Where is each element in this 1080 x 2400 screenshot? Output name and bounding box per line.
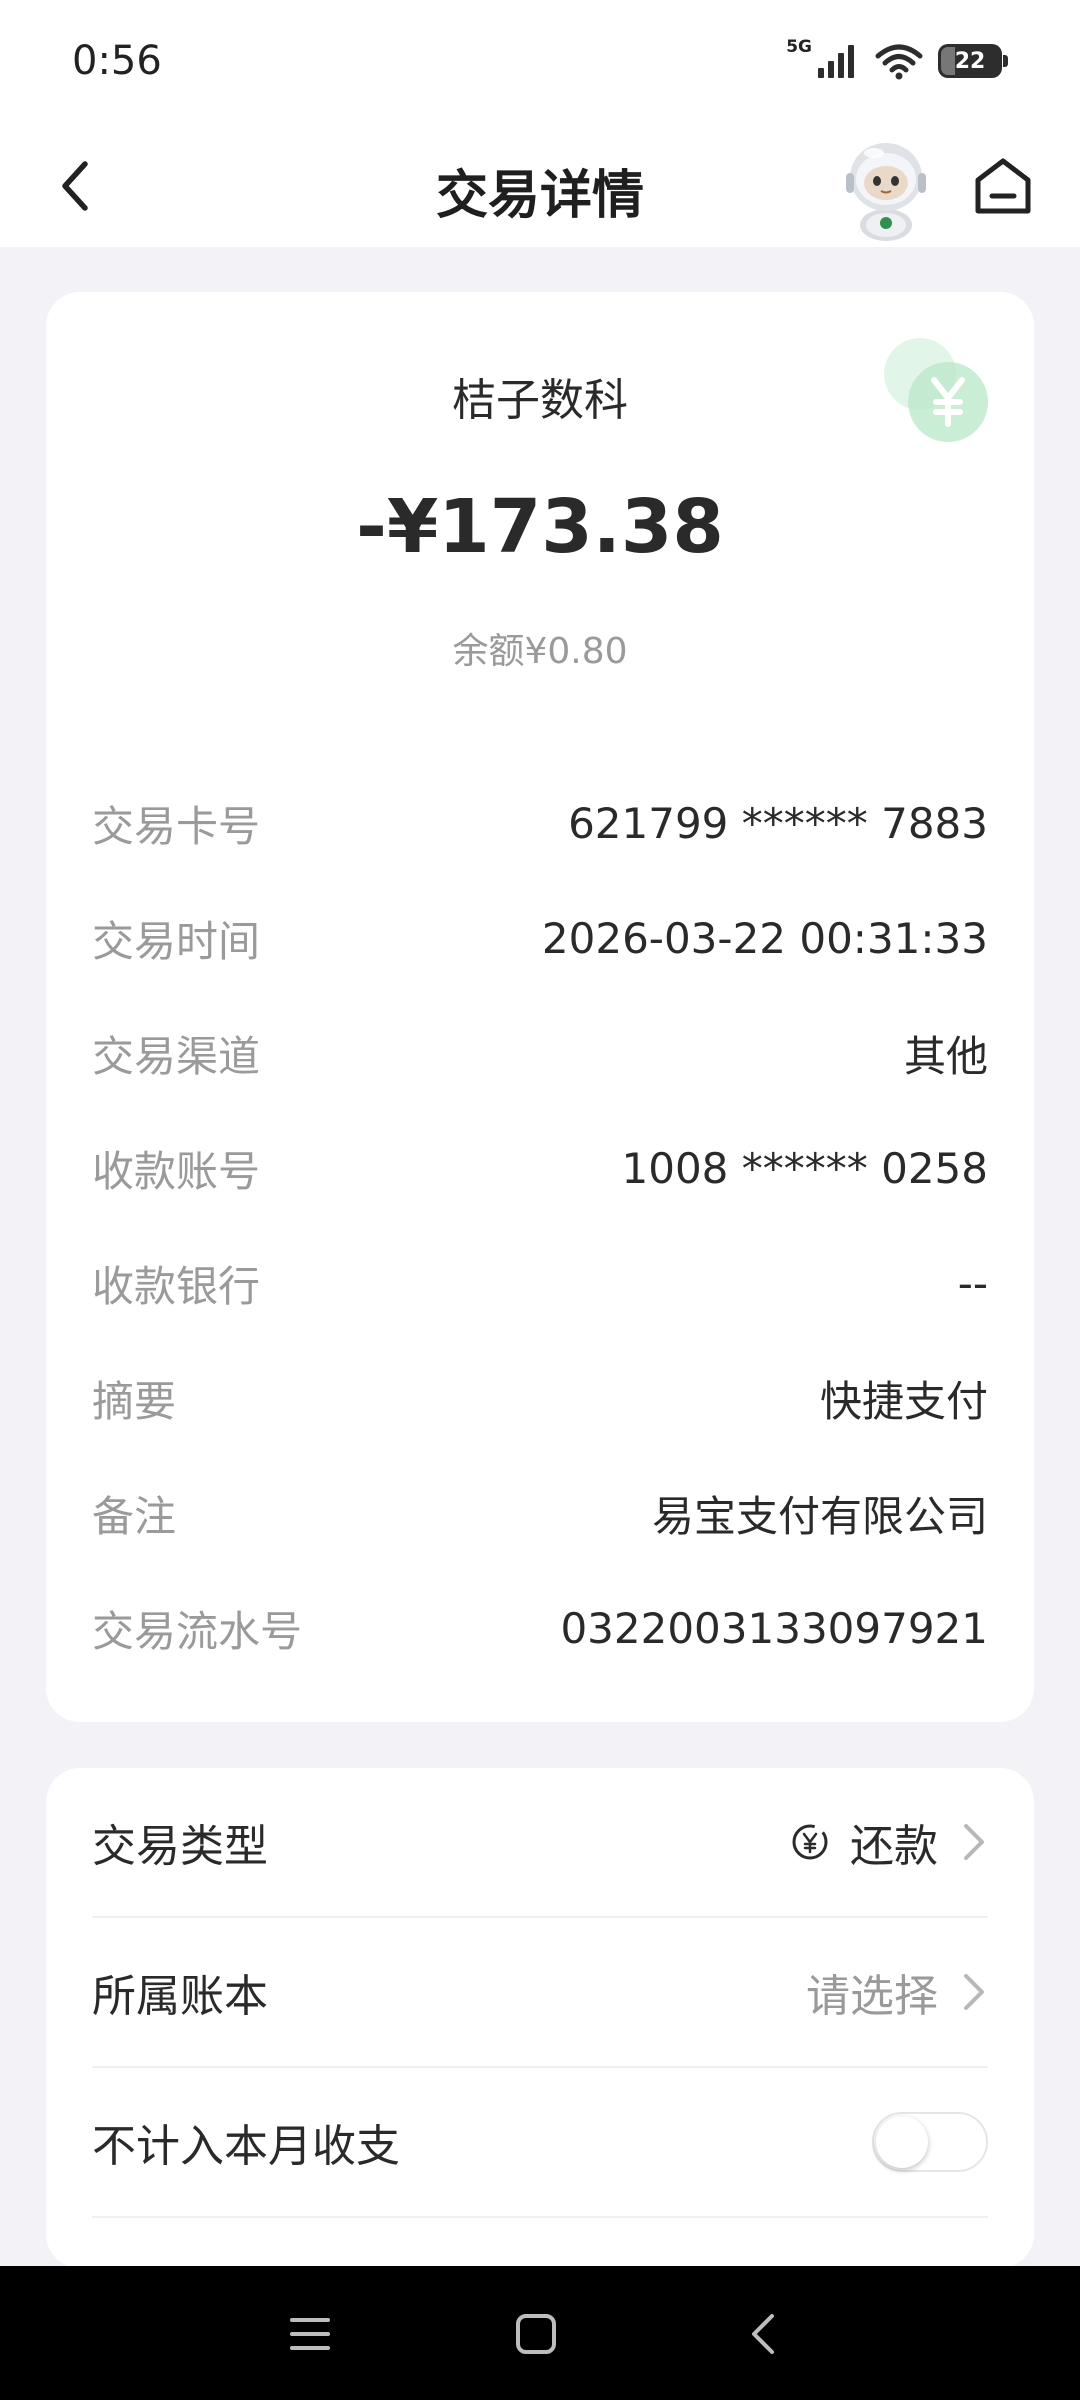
detail-row-payee-bank: 收款银行 -- xyxy=(92,1226,988,1341)
transaction-amount: -¥173.38 xyxy=(356,484,724,570)
signal-icon xyxy=(818,45,854,78)
system-home-button[interactable] xyxy=(506,2304,566,2364)
settings-card: 交易类型 还款 所属账本 请选择 不计入本月收支 xyxy=(46,1768,1034,2268)
ledger-row[interactable]: 所属账本 请选择 xyxy=(92,1918,988,2068)
status-bar: 0:56 5G 22 xyxy=(0,0,1080,125)
toggle-knob xyxy=(876,2116,928,2168)
chevron-right-icon xyxy=(964,1974,984,2010)
system-nav-bar xyxy=(0,2266,1080,2400)
merchant-name: 桔子数科 xyxy=(452,375,628,426)
detail-value: 0322003133097921 xyxy=(560,1604,988,1653)
ledger-label: 所属账本 xyxy=(92,1971,268,2022)
chevron-right-icon xyxy=(964,1824,984,1860)
transaction-type-value: 还款 xyxy=(850,1821,938,1872)
network-type: 5G xyxy=(786,37,812,57)
exclude-monthly-label: 不计入本月收支 xyxy=(92,2121,400,2172)
detail-label: 交易流水号 xyxy=(92,1607,303,1656)
menu-icon xyxy=(290,2318,330,2350)
detail-value: 快捷支付 xyxy=(819,1377,988,1426)
wifi-icon xyxy=(875,44,923,80)
detail-row-payee-account: 收款账号 1008 ****** 0258 xyxy=(92,1111,988,1226)
detail-value: 621799 ****** 7883 xyxy=(568,799,988,848)
detail-row-serial-number: 交易流水号 0322003133097921 xyxy=(92,1571,988,1686)
square-home-icon xyxy=(516,2314,556,2354)
system-back-button[interactable] xyxy=(732,2304,792,2364)
detail-label: 备注 xyxy=(92,1492,177,1541)
exclude-monthly-row: 不计入本月收支 xyxy=(92,2068,988,2218)
detail-label: 交易渠道 xyxy=(92,1032,261,1081)
ledger-placeholder: 请选择 xyxy=(806,1971,938,2022)
status-icons: 5G 22 xyxy=(786,36,1008,86)
detail-label: 交易时间 xyxy=(92,917,261,966)
exclude-monthly-toggle[interactable] xyxy=(872,2112,988,2172)
transaction-type-row[interactable]: 交易类型 还款 xyxy=(92,1768,988,1918)
detail-label: 收款银行 xyxy=(92,1262,261,1311)
balance-text: 余额¥0.80 xyxy=(452,631,628,672)
nav-bar: 交易详情 xyxy=(0,125,1080,247)
detail-row-remark: 备注 易宝支付有限公司 xyxy=(92,1456,988,1571)
repayment-yuan-icon xyxy=(792,1824,828,1860)
detail-label: 收款账号 xyxy=(92,1147,261,1196)
detail-value: 1008 ****** 0258 xyxy=(621,1144,988,1193)
detail-row-channel: 交易渠道 其他 xyxy=(92,996,988,1111)
back-arrow-icon xyxy=(752,2314,774,2354)
status-time: 0:56 xyxy=(72,38,162,84)
detail-label: 摘要 xyxy=(92,1377,177,1426)
battery-icon: 22 xyxy=(938,44,1008,78)
detail-value: 易宝支付有限公司 xyxy=(651,1492,988,1541)
home-button[interactable] xyxy=(968,151,1038,221)
detail-value: 2026-03-22 00:31:33 xyxy=(541,914,988,963)
detail-value: 其他 xyxy=(903,1032,988,1081)
detail-row-summary: 摘要 快捷支付 xyxy=(92,1341,988,1456)
battery-level: 22 xyxy=(954,48,986,74)
detail-label: 交易卡号 xyxy=(92,802,261,851)
assistant-button[interactable] xyxy=(836,133,936,243)
detail-row-card-number: 交易卡号 621799 ****** 7883 xyxy=(92,766,988,881)
transaction-type-label: 交易类型 xyxy=(92,1821,268,1872)
transaction-card: 桔子数科 -¥173.38 余额¥0.80 交易卡号 621799 ******… xyxy=(46,292,1034,1722)
detail-value: -- xyxy=(957,1259,988,1308)
recents-button[interactable] xyxy=(280,2304,340,2364)
home-icon xyxy=(975,158,1031,214)
robot-assistant-icon xyxy=(846,143,926,241)
detail-row-time: 交易时间 2026-03-22 00:31:33 xyxy=(92,881,988,996)
detail-list: 交易卡号 621799 ****** 7883 交易时间 2026-03-22 … xyxy=(92,766,988,1686)
